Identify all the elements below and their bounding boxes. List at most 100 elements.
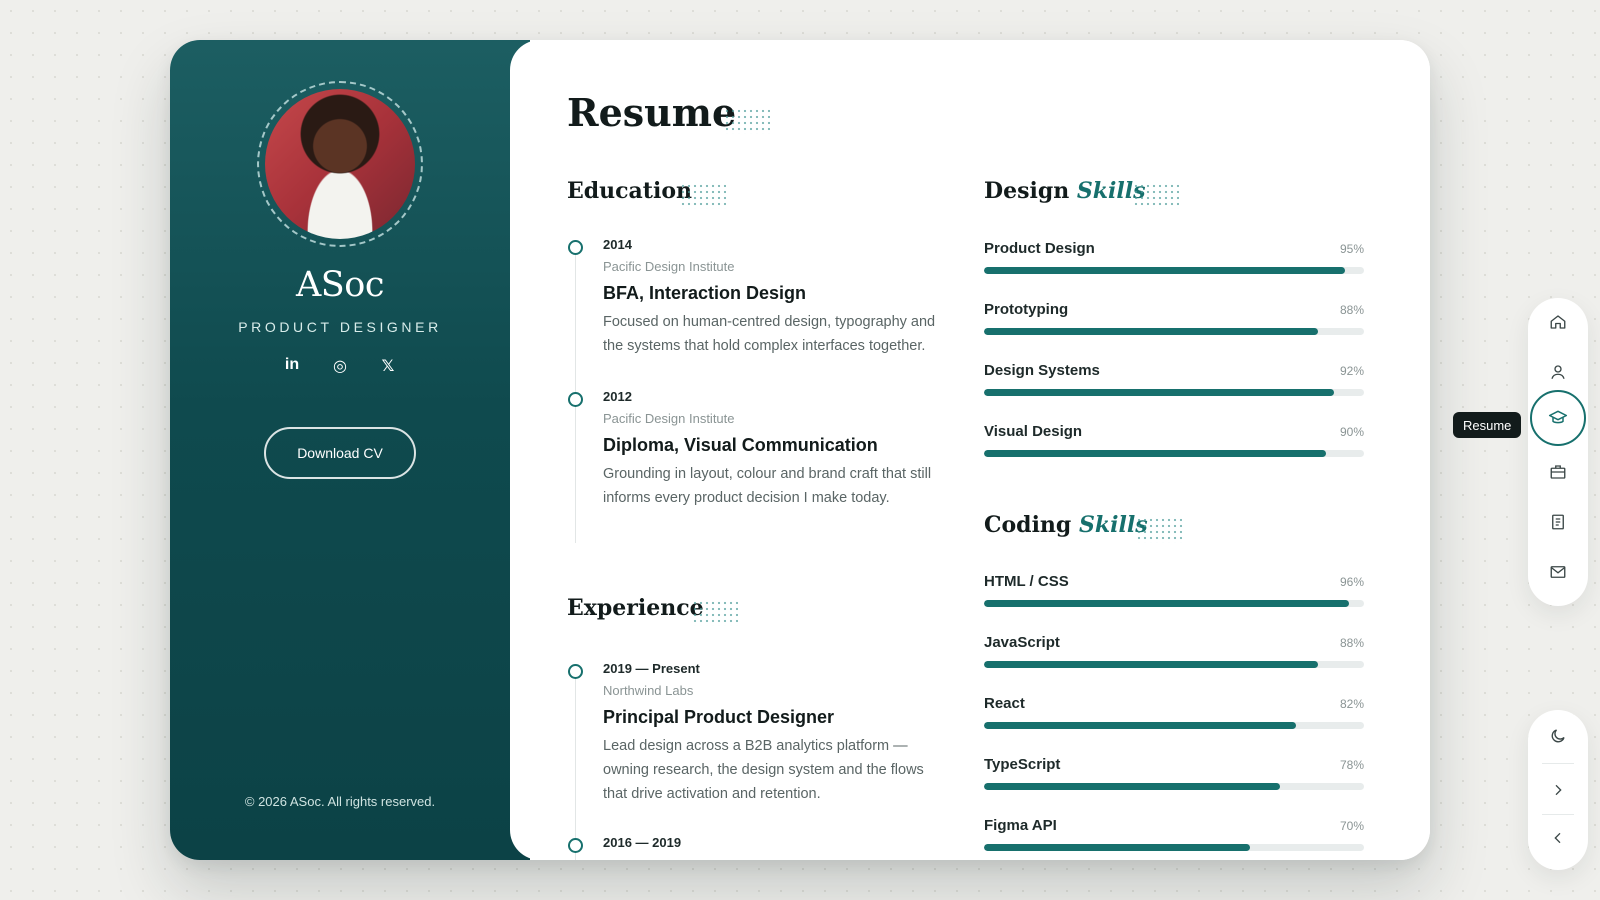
- skill-percent: 88%: [1339, 636, 1364, 650]
- design-skills-title: Design Skills: [984, 175, 1180, 209]
- skill-row: HTML / CSS 96%: [984, 573, 1364, 634]
- decorative-dots: [1133, 183, 1180, 209]
- decorative-dots: [1135, 517, 1182, 543]
- skill-bar: [984, 267, 1364, 274]
- profile-role: PRODUCT DESIGNER: [238, 319, 442, 335]
- nav-resume[interactable]: [1530, 390, 1586, 446]
- skill-percent: 82%: [1339, 697, 1364, 711]
- previous-button[interactable]: [1534, 814, 1582, 862]
- design-skills-list: Product Design 95% Prototyping 88% Design Sy…: [984, 240, 1364, 484]
- education-item: 2012 Pacific Design Institute Diploma, V…: [567, 389, 947, 510]
- skill-name: Prototyping: [984, 301, 1069, 318]
- theme-toggle-button[interactable]: [1534, 712, 1582, 760]
- nav-portfolio[interactable]: [1534, 448, 1582, 496]
- timeline-dot: [568, 838, 583, 853]
- skill-bar: [984, 450, 1364, 457]
- timeline-dot: [568, 392, 583, 407]
- education-institution: Pacific Design Institute: [603, 411, 735, 426]
- experience-item: 2019 — Present Northwind Labs Principal …: [567, 661, 947, 806]
- skill-bar-fill: [984, 783, 1281, 790]
- design-skills-title-main: Design: [984, 178, 1070, 204]
- dribbble-icon[interactable]: ◎: [330, 356, 350, 376]
- next-button[interactable]: [1534, 766, 1582, 814]
- skill-row: Figma API 70%: [984, 817, 1364, 860]
- skill-bar: [984, 389, 1364, 396]
- graduation-cap-icon: [1548, 410, 1568, 424]
- experience-period: 2019 — Present: [603, 661, 700, 676]
- resume-card: ASoc PRODUCT DESIGNER in ◎ 𝕏 Download CV…: [170, 40, 1430, 860]
- chevron-right-icon: [1555, 784, 1562, 796]
- skill-row: TypeScript 78%: [984, 756, 1364, 817]
- nav-about[interactable]: [1534, 348, 1582, 396]
- skill-name: Product Design: [984, 240, 1095, 257]
- download-cv-button[interactable]: Download CV: [264, 427, 416, 479]
- nav-blog[interactable]: [1534, 498, 1582, 546]
- education-year: 2012: [603, 389, 632, 404]
- x-icon[interactable]: 𝕏: [378, 356, 398, 376]
- skill-bar-fill: [984, 661, 1319, 668]
- experience-timeline: 2019 — Present Northwind Labs Principal …: [567, 661, 947, 860]
- skill-percent: 95%: [1339, 242, 1364, 256]
- education-year: 2014: [603, 237, 632, 252]
- skill-bar: [984, 661, 1364, 668]
- skill-name: Visual Design: [984, 423, 1083, 440]
- skill-row: Prototyping 88%: [984, 301, 1364, 362]
- experience-role: Principal Product Designer: [603, 707, 835, 727]
- social-links: in ◎ 𝕏: [170, 356, 510, 376]
- moon-icon: [1551, 729, 1565, 743]
- education-title-text: Education: [567, 178, 692, 204]
- nav-contact[interactable]: [1534, 548, 1582, 596]
- timeline-dot: [568, 240, 583, 255]
- page-title: Resume: [567, 90, 771, 135]
- skill-row: Visual Design 90%: [984, 423, 1364, 484]
- skill-name: TypeScript: [984, 756, 1061, 773]
- timeline-dot: [568, 664, 583, 679]
- experience-title-text: Experience: [567, 595, 704, 621]
- coding-skills-title: Coding Skills: [984, 509, 1182, 543]
- skill-bar-fill: [984, 267, 1345, 274]
- home-icon: [1550, 315, 1566, 329]
- skill-name: HTML / CSS: [984, 573, 1069, 590]
- section-nav: [1528, 298, 1588, 606]
- education-description: Grounding in layout, colour and brand cr…: [603, 466, 932, 506]
- education-degree: Diploma, Visual Communication: [603, 435, 878, 455]
- skill-percent: 92%: [1339, 364, 1364, 378]
- avatar-ring: [257, 81, 423, 247]
- skill-bar: [984, 328, 1364, 335]
- education-item: 2014 Pacific Design Institute BFA, Inter…: [567, 237, 947, 358]
- decorative-dots: [680, 183, 726, 209]
- linkedin-icon[interactable]: in: [282, 356, 302, 376]
- skill-percent: 90%: [1339, 425, 1364, 439]
- education-institution: Pacific Design Institute: [603, 259, 735, 274]
- skill-name: React: [984, 695, 1025, 712]
- skill-name: JavaScript: [984, 634, 1060, 651]
- resume-main: Resume Education 2014 Pacific Design Ins…: [510, 40, 1430, 860]
- skill-percent: 78%: [1339, 758, 1364, 772]
- skill-bar-fill: [984, 450, 1326, 457]
- skill-row: JavaScript 88%: [984, 634, 1364, 695]
- education-title: Education: [567, 175, 726, 209]
- education-timeline: 2014 Pacific Design Institute BFA, Inter…: [567, 237, 947, 543]
- experience-company: Northwind Labs: [603, 683, 694, 698]
- skill-bar: [984, 600, 1364, 607]
- mail-icon: [1550, 566, 1566, 578]
- coding-skills-title-main: Coding: [984, 512, 1072, 538]
- skill-row: Design Systems 92%: [984, 362, 1364, 423]
- coding-skills-list: HTML / CSS 96% JavaScript 88% React 82% TypeSc…: [984, 573, 1364, 860]
- document-icon: [1552, 514, 1564, 530]
- experience-description: Lead design across a B2B analytics platf…: [603, 738, 924, 802]
- avatar: [265, 89, 415, 239]
- skill-name: Design Systems: [984, 362, 1100, 379]
- nav-home[interactable]: [1534, 298, 1582, 346]
- education-degree: BFA, Interaction Design: [603, 283, 807, 303]
- user-icon: [1551, 365, 1565, 379]
- chevron-left-icon: [1554, 832, 1561, 844]
- copyright: © 2026 ASoc. All rights reserved.: [244, 794, 436, 809]
- skill-bar-fill: [984, 844, 1250, 851]
- skill-bar-fill: [984, 722, 1296, 729]
- experience-item: 2016 — 2019: [567, 835, 947, 853]
- skill-bar: [984, 722, 1364, 729]
- experience-title: Experience: [567, 592, 738, 626]
- skill-bar: [984, 783, 1364, 790]
- skill-percent: 96%: [1339, 575, 1364, 589]
